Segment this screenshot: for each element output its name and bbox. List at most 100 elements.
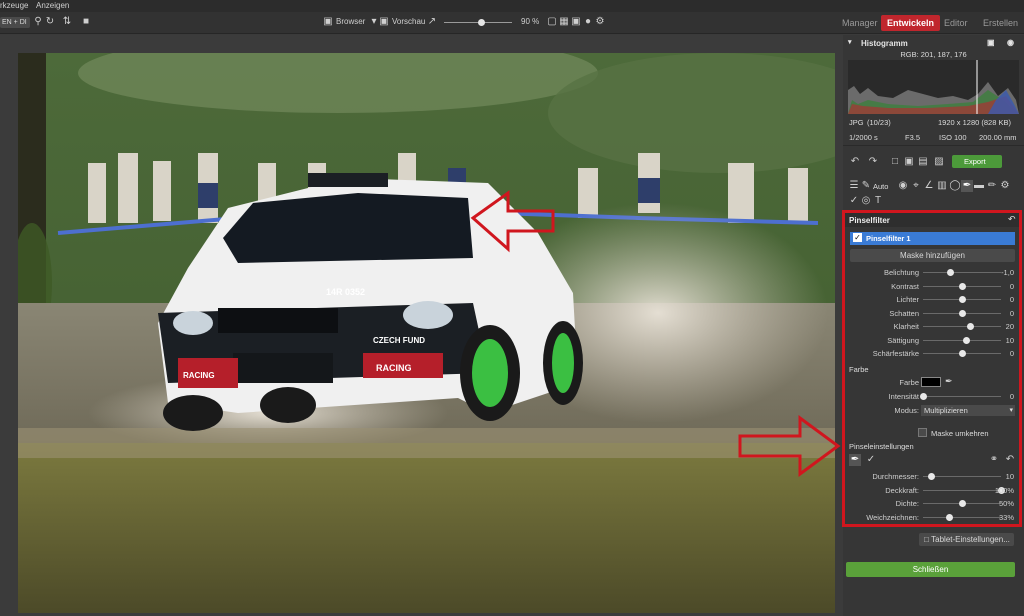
shutter-speed: 1/2000 s [849, 133, 878, 142]
eraser-icon[interactable]: ▬ [973, 180, 985, 192]
chevron-down-icon[interactable]: ▾ [848, 38, 852, 46]
intensity-track[interactable] [923, 396, 1001, 397]
browser-button[interactable]: Browser [336, 17, 365, 26]
tablet-settings-button[interactable]: □ Tablet-Einstellungen... [919, 533, 1014, 546]
brush-filter-name: Pinselfilter 1 [866, 234, 911, 243]
tools-icon[interactable]: ☰ [848, 180, 860, 192]
file-index: (10/23) [867, 118, 891, 127]
brush-slider-value: 10 [1005, 472, 1014, 481]
paste-icon[interactable]: ▣ [903, 156, 915, 168]
brush-slider-knob[interactable] [945, 513, 953, 521]
search-icon[interactable]: ⚲ [32, 16, 44, 28]
brush-slider-track[interactable] [923, 489, 1001, 491]
close-button[interactable]: Schließen [846, 562, 1015, 577]
grid-icon[interactable]: ▦ [558, 16, 570, 28]
refresh-icon[interactable]: ↻ [44, 16, 56, 28]
adjustment-slider-value: 20 [1005, 322, 1014, 331]
print-icon[interactable]: ▨ [933, 156, 945, 168]
color-swatch[interactable] [921, 377, 941, 387]
intensity-label: Intensität [888, 392, 919, 401]
mode-select[interactable]: Multiplizieren ▾ [921, 405, 1015, 416]
tab-manager[interactable]: Manager [836, 15, 884, 31]
redo-icon[interactable]: ↷ [867, 156, 879, 168]
photo-canvas[interactable]: 14R 0352 CZECH FUND RACING RACING [0, 35, 843, 616]
auto-icon[interactable]: ✎ [860, 180, 872, 192]
color-label: Farbe [899, 378, 919, 387]
browser-icon[interactable]: ▣ [322, 16, 334, 28]
sponsor-label: RACING [376, 363, 412, 373]
back-icon[interactable]: ↶ [1008, 214, 1016, 225]
gear-icon[interactable]: ⚙ [999, 180, 1011, 192]
add-mask-button[interactable]: Maske hinzufügen [850, 249, 1015, 262]
zoom-slider[interactable] [444, 19, 512, 26]
text-icon[interactable]: T [872, 195, 884, 207]
adjustment-slider-knob[interactable] [966, 323, 974, 330]
zoom-slider-knob[interactable] [478, 19, 486, 26]
tab-editor[interactable]: Editor [938, 15, 974, 31]
adjustment-slider-knob[interactable] [959, 309, 966, 317]
intensity-value: 0 [1009, 392, 1014, 401]
radial-icon[interactable]: ◯ [949, 180, 961, 192]
brush-slider-track[interactable] [923, 516, 1001, 518]
histogram-settings-icon[interactable]: ◉ [1007, 38, 1014, 47]
preview-button[interactable]: Vorschau [392, 17, 425, 26]
license-plate: 14R 0352 [326, 287, 365, 297]
gradient-icon[interactable]: ▥ [936, 180, 948, 192]
adjustment-sliders: Belichtung -1,0 Kontrast 0 Lichter 0 Schatten 0… [843, 266, 1024, 361]
rally-photo[interactable]: 14R 0352 CZECH FUND RACING RACING [18, 53, 835, 613]
reset-icon[interactable]: ▤ [917, 156, 929, 168]
menu-tools[interactable]: rkzeuge [0, 1, 28, 10]
adjustment-slider-knob[interactable] [962, 336, 970, 344]
adjustment-slider-track[interactable] [923, 272, 1001, 273]
brush-slider-knob[interactable] [927, 473, 935, 480]
brush-icon[interactable]: ✒ [961, 180, 973, 192]
brush-paint-icon[interactable]: ✒ [849, 454, 861, 466]
menu-view[interactable]: Anzeigen [36, 1, 69, 10]
reset-brush-icon[interactable]: ↶ [1004, 454, 1016, 466]
adjustment-slider-label: Kontrast [891, 281, 919, 291]
tab-create[interactable]: Erstellen [977, 15, 1024, 31]
crop-icon[interactable]: ⌖ [910, 180, 922, 192]
settings-icon[interactable]: ⚙ [594, 16, 606, 28]
redeye-icon[interactable]: ◎ [860, 195, 872, 207]
brush-slider-knob[interactable] [959, 500, 966, 507]
brush-filter-item[interactable]: ✓ Pinselfilter 1 [850, 232, 1015, 245]
fullscreen-icon[interactable]: ▣ [570, 16, 582, 28]
straighten-icon[interactable]: ∠ [923, 180, 935, 192]
copy-icon[interactable]: □ [889, 156, 901, 168]
adjustment-slider-track[interactable] [923, 326, 1001, 327]
sort-icon[interactable]: ⇅ [60, 16, 74, 28]
adjustment-slider-value: 0 [1009, 349, 1014, 358]
undo-icon[interactable]: ↶ [849, 156, 861, 168]
export-button[interactable]: Export [952, 155, 1002, 168]
folder-icon[interactable]: ■ [80, 16, 92, 28]
link-icon[interactable]: ⚭ [988, 454, 1000, 466]
auto-button[interactable]: Auto [873, 182, 888, 191]
filter-field[interactable]: EN + DI [0, 17, 30, 28]
adjustment-slider-row: Lichter 0 [843, 293, 1024, 306]
histogram-display-icon[interactable]: ▣ [987, 38, 995, 47]
adjustment-slider-knob[interactable] [947, 269, 955, 276]
checkbox-icon[interactable]: ✓ [853, 233, 862, 242]
adjustment-slider-knob[interactable] [959, 350, 966, 357]
tab-develop[interactable]: Entwickeln [881, 15, 941, 31]
adjustment-slider-value: 0 [1009, 295, 1014, 304]
brush-erase-icon[interactable]: ✓ [865, 454, 877, 466]
invert-mask-checkbox[interactable] [918, 428, 927, 437]
external-icon[interactable]: ↗ [426, 16, 438, 28]
adjustment-slider-knob[interactable] [959, 296, 966, 303]
adjustment-slider-knob[interactable] [959, 282, 966, 290]
preview-icon[interactable]: ▣ [378, 16, 390, 28]
adjustment-slider-value: -1,0 [1001, 268, 1014, 277]
fit-icon[interactable]: ▢ [546, 16, 558, 28]
lock-icon[interactable]: ● [582, 16, 594, 28]
brush-slider-label: Weichzeichnen: [866, 512, 919, 522]
brush-filter-title: Pinselfilter [849, 216, 890, 225]
intensity-knob[interactable] [920, 393, 927, 400]
pen-icon[interactable]: ✏ [986, 180, 998, 192]
camera-icon[interactable]: ◉ [897, 180, 909, 192]
dropper-icon[interactable]: ✓ [848, 195, 860, 207]
mode-value: Multiplizieren [924, 406, 968, 415]
eyedropper-icon[interactable]: ✒ [945, 376, 953, 387]
adjustment-slider-row: Schatten 0 [843, 307, 1024, 320]
